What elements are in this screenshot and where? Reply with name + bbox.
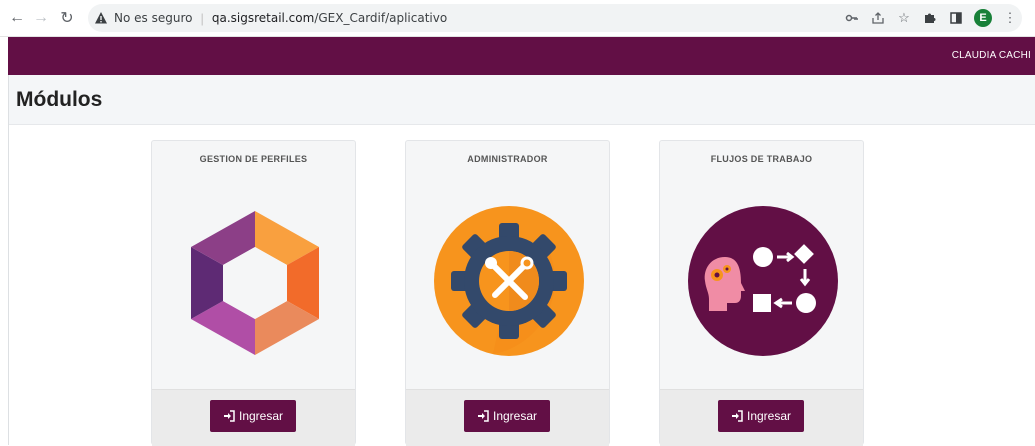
ingresar-button[interactable]: Ingresar [210,400,296,432]
hexagon-logo-icon [191,211,319,355]
gear-tools-icon [434,206,584,356]
card-footer: Ingresar [406,389,609,446]
back-arrow-icon[interactable]: ← [6,7,28,29]
side-panel-icon[interactable] [948,10,964,26]
app-header: CLAUDIA CACHI [8,37,1035,75]
sign-in-icon [223,410,235,422]
module-title: FLUJOS DE TRABAJO [710,154,813,164]
module-card-administrador: ADMINISTRADOR Ingresar [405,140,610,446]
module-title: ADMINISTRADOR [467,154,548,164]
workflow-head-icon [688,206,838,356]
more-menu-icon[interactable]: ⋮ [1002,10,1018,26]
address-bar[interactable]: No es seguro | qa.sigsretail.com/GEX_Car… [88,4,1022,32]
sign-in-icon [731,410,743,422]
ingresar-button-label: Ingresar [746,409,792,423]
ingresar-button[interactable]: Ingresar [464,400,550,432]
module-card-gestion-perfiles: GESTION DE PERFILES Ingresar [151,140,356,446]
star-icon[interactable]: ☆ [896,10,912,26]
warning-icon[interactable] [94,11,108,25]
page-title: Módulos [16,88,103,111]
key-icon[interactable] [844,10,860,26]
module-title: GESTION DE PERFILES [199,154,308,164]
ingresar-button-label: Ingresar [238,409,284,423]
card-footer: Ingresar [152,389,355,446]
extensions-puzzle-icon[interactable] [922,10,938,26]
share-icon[interactable] [870,10,886,26]
card-footer: Ingresar [660,389,863,446]
url-path: /GEX_Cardif/aplicativo [314,11,448,25]
address-separator: | [200,10,204,26]
url-host: qa.sigsretail.com [211,11,315,25]
browser-toolbar: ← → ↻ No es seguro | qa.sigsretail.com/G… [0,0,1035,37]
ingresar-button-label: Ingresar [492,409,538,423]
address-bar-actions: ☆ E ⋮ [844,4,1018,32]
sign-in-icon [477,410,489,422]
ingresar-button[interactable]: Ingresar [718,400,804,432]
profile-avatar[interactable]: E [974,9,992,27]
security-status[interactable]: No es seguro [114,11,192,25]
url-text[interactable]: qa.sigsretail.com/GEX_Cardif/aplicativo [212,11,447,25]
module-card-flujos-trabajo: FLUJOS DE TRABAJO Ingresar [659,140,864,446]
user-name[interactable]: CLAUDIA CACHI [952,50,1031,61]
page-title-bar: Módulos [8,75,1035,125]
reload-icon[interactable]: ↻ [56,7,78,29]
left-border [8,75,9,445]
forward-arrow-icon[interactable]: → [30,7,52,29]
